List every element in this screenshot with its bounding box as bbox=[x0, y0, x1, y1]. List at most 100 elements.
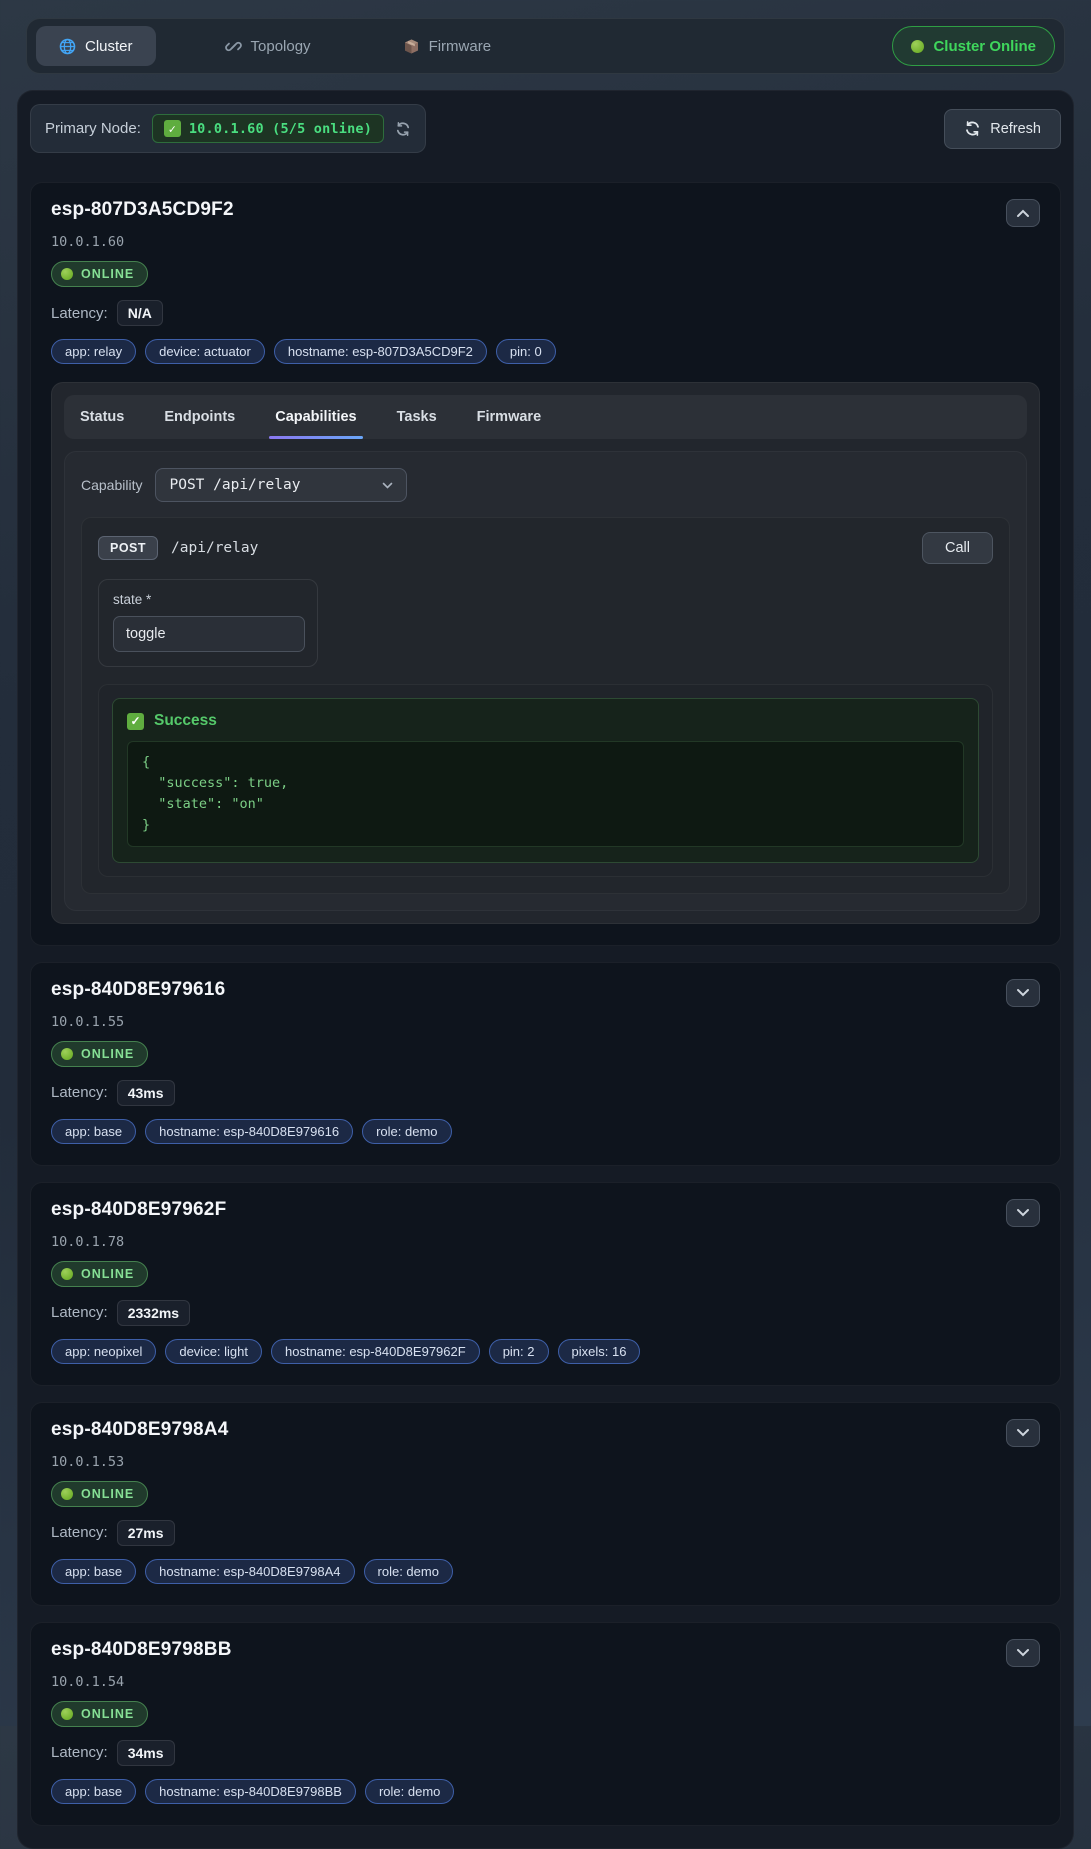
device-ip: 10.0.1.54 bbox=[51, 1674, 1040, 1690]
tag: role: demo bbox=[364, 1559, 453, 1584]
tag: hostname: esp-840D8E97962F bbox=[271, 1339, 480, 1364]
link-icon bbox=[225, 38, 242, 55]
tag: app: relay bbox=[51, 339, 136, 364]
tab-capabilities[interactable]: Capabilities bbox=[275, 395, 356, 439]
tag: device: light bbox=[165, 1339, 262, 1364]
tag: role: demo bbox=[362, 1119, 451, 1144]
tag: hostname: esp-840D8E979616 bbox=[145, 1119, 353, 1144]
device-detail-panel: Status Endpoints Capabilities Tasks Firm… bbox=[51, 382, 1040, 924]
tab-firmware-detail[interactable]: Firmware bbox=[477, 395, 541, 439]
status-badge: ONLINE bbox=[51, 261, 148, 287]
device-ip: 10.0.1.55 bbox=[51, 1014, 1040, 1030]
status-badge: ONLINE bbox=[51, 1041, 148, 1067]
online-dot-icon bbox=[61, 268, 73, 280]
status-dot-icon bbox=[911, 40, 924, 53]
latency-label: Latency: bbox=[51, 305, 108, 322]
tags-row: app: base hostname: esp-840D8E979616 rol… bbox=[51, 1119, 1040, 1144]
state-input[interactable]: toggle bbox=[113, 616, 305, 652]
device-card: esp-840D8E97962F 10.0.1.78 ONLINE Latenc… bbox=[30, 1182, 1061, 1386]
call-card: POST /api/relay Call state * toggle ✓ Su… bbox=[81, 517, 1010, 894]
online-dot-icon bbox=[61, 1708, 73, 1720]
expand-button[interactable] bbox=[1006, 1639, 1040, 1667]
cluster-status-badge: Cluster Online bbox=[892, 26, 1055, 66]
tag: hostname: esp-807D3A5CD9F2 bbox=[274, 339, 487, 364]
refresh-button[interactable]: Refresh bbox=[944, 109, 1061, 149]
tab-topology[interactable]: Topology bbox=[202, 26, 334, 66]
status-badge: ONLINE bbox=[51, 1261, 148, 1287]
tag: app: base bbox=[51, 1779, 136, 1804]
refresh-icon bbox=[964, 120, 981, 137]
latency-label: Latency: bbox=[51, 1304, 108, 1321]
latency-label: Latency: bbox=[51, 1744, 108, 1761]
primary-node-label: Primary Node: bbox=[45, 120, 141, 137]
tag: pin: 0 bbox=[496, 339, 556, 364]
expand-button[interactable] bbox=[1006, 1419, 1040, 1447]
tag: hostname: esp-840D8E9798A4 bbox=[145, 1559, 354, 1584]
detail-tabbar: Status Endpoints Capabilities Tasks Firm… bbox=[64, 395, 1027, 439]
device-ip: 10.0.1.78 bbox=[51, 1234, 1040, 1250]
call-row: POST /api/relay Call bbox=[98, 532, 993, 564]
device-ip: 10.0.1.60 bbox=[51, 234, 1040, 250]
capability-row: Capability POST /api/relay bbox=[81, 468, 1010, 502]
tab-cluster[interactable]: Cluster bbox=[36, 26, 156, 66]
tab-cluster-label: Cluster bbox=[85, 38, 133, 55]
status-badge: ONLINE bbox=[51, 1701, 148, 1727]
collapse-button[interactable] bbox=[1006, 199, 1040, 227]
latency-value: 27ms bbox=[117, 1520, 175, 1546]
package-icon bbox=[403, 38, 420, 55]
device-name: esp-840D8E979616 bbox=[51, 979, 225, 1001]
tag: pin: 2 bbox=[489, 1339, 549, 1364]
globe-icon bbox=[59, 38, 76, 55]
primary-node-box: Primary Node: ✓ 10.0.1.60 (5/5 online) bbox=[30, 104, 426, 153]
latency-row: Latency: 34ms bbox=[51, 1740, 1040, 1766]
chevron-up-icon bbox=[1016, 209, 1030, 218]
primary-node-value: 10.0.1.60 (5/5 online) bbox=[189, 121, 372, 137]
status-label: ONLINE bbox=[81, 1047, 134, 1061]
online-dot-icon bbox=[61, 1268, 73, 1280]
success-title: Success bbox=[154, 712, 217, 730]
tags-row: app: base hostname: esp-840D8E9798BB rol… bbox=[51, 1779, 1040, 1804]
latency-value: 2332ms bbox=[117, 1300, 190, 1326]
check-icon: ✓ bbox=[164, 120, 181, 137]
online-dot-icon bbox=[61, 1048, 73, 1060]
latency-label: Latency: bbox=[51, 1084, 108, 1101]
tag: role: demo bbox=[365, 1779, 454, 1804]
tag: app: base bbox=[51, 1559, 136, 1584]
status-label: ONLINE bbox=[81, 1487, 134, 1501]
card-header: esp-807D3A5CD9F2 bbox=[51, 199, 1040, 227]
tab-status[interactable]: Status bbox=[80, 395, 124, 439]
card-header: esp-840D8E9798A4 bbox=[51, 1419, 1040, 1447]
capability-selected-value: POST /api/relay bbox=[169, 477, 300, 493]
endpoint-path: /api/relay bbox=[171, 540, 258, 556]
sync-icon[interactable] bbox=[395, 121, 411, 137]
main-container: Primary Node: ✓ 10.0.1.60 (5/5 online) R… bbox=[17, 90, 1074, 1849]
device-card: esp-840D8E9798A4 10.0.1.53 ONLINE Latenc… bbox=[30, 1402, 1061, 1606]
primary-node-row: Primary Node: ✓ 10.0.1.60 (5/5 online) R… bbox=[30, 104, 1061, 153]
latency-value: 34ms bbox=[117, 1740, 175, 1766]
expand-button[interactable] bbox=[1006, 979, 1040, 1007]
capability-label: Capability bbox=[81, 477, 142, 493]
status-label: ONLINE bbox=[81, 267, 134, 281]
expand-button[interactable] bbox=[1006, 1199, 1040, 1227]
tags-row: app: neopixel device: light hostname: es… bbox=[51, 1339, 1040, 1364]
success-header: ✓ Success bbox=[127, 712, 964, 730]
call-button[interactable]: Call bbox=[922, 532, 993, 564]
tag: app: neopixel bbox=[51, 1339, 156, 1364]
tab-tasks[interactable]: Tasks bbox=[397, 395, 437, 439]
device-name: esp-840D8E97962F bbox=[51, 1199, 226, 1221]
tab-endpoints[interactable]: Endpoints bbox=[164, 395, 235, 439]
online-dot-icon bbox=[61, 1488, 73, 1500]
chevron-down-icon bbox=[1016, 1648, 1030, 1657]
latency-row: Latency: 27ms bbox=[51, 1520, 1040, 1546]
device-card: esp-807D3A5CD9F2 10.0.1.60 ONLINE Latenc… bbox=[30, 182, 1061, 946]
capability-panel: Capability POST /api/relay POST /api/rel… bbox=[64, 451, 1027, 911]
latency-value: N/A bbox=[117, 300, 163, 326]
capability-select[interactable]: POST /api/relay bbox=[155, 468, 407, 502]
cluster-status-label: Cluster Online bbox=[933, 38, 1036, 55]
latency-row: Latency: 43ms bbox=[51, 1080, 1040, 1106]
chevron-down-icon bbox=[1016, 1428, 1030, 1437]
method-chip: POST bbox=[98, 536, 158, 560]
tag: hostname: esp-840D8E9798BB bbox=[145, 1779, 356, 1804]
tab-firmware[interactable]: Firmware bbox=[380, 26, 515, 66]
chevron-down-icon bbox=[382, 482, 393, 489]
